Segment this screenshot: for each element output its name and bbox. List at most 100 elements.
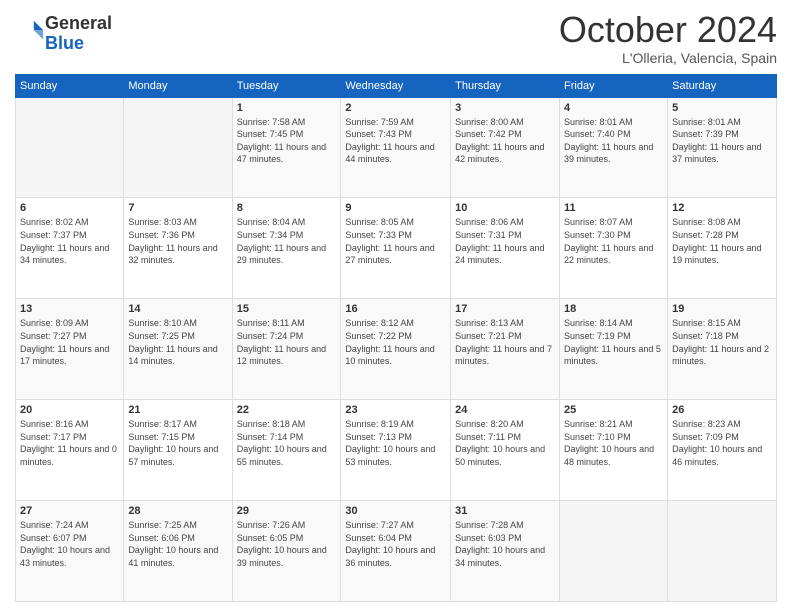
day-number: 2 xyxy=(345,102,446,114)
day-info: Sunrise: 8:06 AMSunset: 7:31 PMDaylight:… xyxy=(455,216,555,266)
table-row xyxy=(560,501,668,602)
col-wednesday: Wednesday xyxy=(341,74,451,97)
calendar: Sunday Monday Tuesday Wednesday Thursday… xyxy=(15,74,777,602)
day-info: Sunrise: 7:25 AMSunset: 6:06 PMDaylight:… xyxy=(128,519,227,569)
day-number: 8 xyxy=(237,202,337,214)
day-number: 1 xyxy=(237,102,337,114)
day-info: Sunrise: 8:01 AMSunset: 7:40 PMDaylight:… xyxy=(564,116,663,166)
day-info: Sunrise: 8:11 AMSunset: 7:24 PMDaylight:… xyxy=(237,317,337,367)
title-section: October 2024 L'Olleria, Valencia, Spain xyxy=(559,10,777,66)
month-title: October 2024 xyxy=(559,10,777,50)
day-info: Sunrise: 8:21 AMSunset: 7:10 PMDaylight:… xyxy=(564,418,663,468)
table-row: 2 Sunrise: 7:59 AMSunset: 7:43 PMDaylight… xyxy=(341,97,451,198)
day-number: 23 xyxy=(345,404,446,416)
table-row: 21 Sunrise: 8:17 AMSunset: 7:15 PMDayligh… xyxy=(124,400,232,501)
table-row: 5 Sunrise: 8:01 AMSunset: 7:39 PMDaylight… xyxy=(668,97,777,198)
table-row: 13 Sunrise: 8:09 AMSunset: 7:27 PMDayligh… xyxy=(16,299,124,400)
day-number: 7 xyxy=(128,202,227,214)
day-number: 27 xyxy=(20,505,119,517)
day-number: 13 xyxy=(20,303,119,315)
day-info: Sunrise: 8:16 AMSunset: 7:17 PMDaylight:… xyxy=(20,418,119,468)
col-friday: Friday xyxy=(560,74,668,97)
day-info: Sunrise: 7:26 AMSunset: 6:05 PMDaylight:… xyxy=(237,519,337,569)
day-number: 10 xyxy=(455,202,555,214)
table-row: 16Sunrise: 8:12 AMSunset: 7:22 PMDayligh… xyxy=(341,299,451,400)
day-info: Sunrise: 8:13 AMSunset: 7:21 PMDaylight:… xyxy=(455,317,555,367)
day-number: 21 xyxy=(128,404,227,416)
day-info: Sunrise: 8:02 AMSunset: 7:37 PMDaylight:… xyxy=(20,216,119,266)
calendar-week-row: 1 Sunrise: 7:58 AMSunset: 7:45 PMDaylight… xyxy=(16,97,777,198)
day-number: 31 xyxy=(455,505,555,517)
day-info: Sunrise: 8:01 AMSunset: 7:39 PMDaylight:… xyxy=(672,116,772,166)
day-number: 30 xyxy=(345,505,446,517)
day-number: 29 xyxy=(237,505,337,517)
day-number: 11 xyxy=(564,202,663,214)
table-row: 19 Sunrise: 8:15 AMSunset: 7:18 PMDayligh… xyxy=(668,299,777,400)
day-info: Sunrise: 8:15 AMSunset: 7:18 PMDaylight:… xyxy=(672,317,772,367)
day-info: Sunrise: 7:58 AMSunset: 7:45 PMDaylight:… xyxy=(237,116,337,166)
day-number: 9 xyxy=(345,202,446,214)
day-info: Sunrise: 8:12 AMSunset: 7:22 PMDaylight:… xyxy=(345,317,446,367)
day-number: 17 xyxy=(455,303,555,315)
location: L'Olleria, Valencia, Spain xyxy=(559,50,777,66)
table-row: 3Sunrise: 8:00 AMSunset: 7:42 PMDaylight… xyxy=(451,97,560,198)
day-info: Sunrise: 7:27 AMSunset: 6:04 PMDaylight:… xyxy=(345,519,446,569)
table-row xyxy=(16,97,124,198)
calendar-week-row: 13 Sunrise: 8:09 AMSunset: 7:27 PMDayligh… xyxy=(16,299,777,400)
table-row: 22Sunrise: 8:18 AMSunset: 7:14 PMDayligh… xyxy=(232,400,341,501)
day-info: Sunrise: 8:07 AMSunset: 7:30 PMDaylight:… xyxy=(564,216,663,266)
day-number: 5 xyxy=(672,102,772,114)
table-row: 24Sunrise: 8:20 AMSunset: 7:11 PMDayligh… xyxy=(451,400,560,501)
table-row: 27 Sunrise: 7:24 AMSunset: 6:07 PMDayligh… xyxy=(16,501,124,602)
logo-blue: Blue xyxy=(45,33,84,53)
table-row xyxy=(124,97,232,198)
day-number: 20 xyxy=(20,404,119,416)
day-info: Sunrise: 8:00 AMSunset: 7:42 PMDaylight:… xyxy=(455,116,555,166)
page: General Blue October 2024 L'Olleria, Val… xyxy=(0,0,792,612)
table-row: 8Sunrise: 8:04 AMSunset: 7:34 PMDaylight… xyxy=(232,198,341,299)
table-row: 9 Sunrise: 8:05 AMSunset: 7:33 PMDaylight… xyxy=(341,198,451,299)
table-row: 17 Sunrise: 8:13 AMSunset: 7:21 PMDayligh… xyxy=(451,299,560,400)
day-info: Sunrise: 7:28 AMSunset: 6:03 PMDaylight:… xyxy=(455,519,555,569)
table-row: 14Sunrise: 8:10 AMSunset: 7:25 PMDayligh… xyxy=(124,299,232,400)
day-info: Sunrise: 8:14 AMSunset: 7:19 PMDaylight:… xyxy=(564,317,663,367)
table-row: 18 Sunrise: 8:14 AMSunset: 7:19 PMDayligh… xyxy=(560,299,668,400)
day-info: Sunrise: 8:09 AMSunset: 7:27 PMDaylight:… xyxy=(20,317,119,367)
table-row: 12Sunrise: 8:08 AMSunset: 7:28 PMDayligh… xyxy=(668,198,777,299)
day-number: 25 xyxy=(564,404,663,416)
table-row: 11 Sunrise: 8:07 AMSunset: 7:30 PMDayligh… xyxy=(560,198,668,299)
day-info: Sunrise: 8:17 AMSunset: 7:15 PMDaylight:… xyxy=(128,418,227,468)
day-number: 4 xyxy=(564,102,663,114)
day-info: Sunrise: 7:24 AMSunset: 6:07 PMDaylight:… xyxy=(20,519,119,569)
table-row: 25 Sunrise: 8:21 AMSunset: 7:10 PMDayligh… xyxy=(560,400,668,501)
calendar-week-row: 27 Sunrise: 7:24 AMSunset: 6:07 PMDayligh… xyxy=(16,501,777,602)
day-number: 14 xyxy=(128,303,227,315)
logo-icon xyxy=(17,17,45,45)
table-row: 30 Sunrise: 7:27 AMSunset: 6:04 PMDayligh… xyxy=(341,501,451,602)
table-row: 6Sunrise: 8:02 AMSunset: 7:37 PMDaylight… xyxy=(16,198,124,299)
table-row: 10 Sunrise: 8:06 AMSunset: 7:31 PMDayligh… xyxy=(451,198,560,299)
day-info: Sunrise: 7:59 AMSunset: 7:43 PMDaylight:… xyxy=(345,116,446,166)
day-info: Sunrise: 8:03 AMSunset: 7:36 PMDaylight:… xyxy=(128,216,227,266)
table-row: 7 Sunrise: 8:03 AMSunset: 7:36 PMDaylight… xyxy=(124,198,232,299)
col-thursday: Thursday xyxy=(451,74,560,97)
table-row: 31 Sunrise: 7:28 AMSunset: 6:03 PMDayligh… xyxy=(451,501,560,602)
header: General Blue October 2024 L'Olleria, Val… xyxy=(15,10,777,66)
calendar-week-row: 6Sunrise: 8:02 AMSunset: 7:37 PMDaylight… xyxy=(16,198,777,299)
day-info: Sunrise: 8:05 AMSunset: 7:33 PMDaylight:… xyxy=(345,216,446,266)
day-number: 19 xyxy=(672,303,772,315)
day-info: Sunrise: 8:23 AMSunset: 7:09 PMDaylight:… xyxy=(672,418,772,468)
day-info: Sunrise: 8:18 AMSunset: 7:14 PMDaylight:… xyxy=(237,418,337,468)
day-info: Sunrise: 8:19 AMSunset: 7:13 PMDaylight:… xyxy=(345,418,446,468)
day-info: Sunrise: 8:20 AMSunset: 7:11 PMDaylight:… xyxy=(455,418,555,468)
col-saturday: Saturday xyxy=(668,74,777,97)
logo-general: General xyxy=(45,13,112,33)
table-row: 4 Sunrise: 8:01 AMSunset: 7:40 PMDaylight… xyxy=(560,97,668,198)
day-number: 12 xyxy=(672,202,772,214)
day-number: 18 xyxy=(564,303,663,315)
day-number: 15 xyxy=(237,303,337,315)
table-row xyxy=(668,501,777,602)
table-row: 23 Sunrise: 8:19 AMSunset: 7:13 PMDayligh… xyxy=(341,400,451,501)
table-row: 1 Sunrise: 7:58 AMSunset: 7:45 PMDaylight… xyxy=(232,97,341,198)
table-row: 28Sunrise: 7:25 AMSunset: 6:06 PMDayligh… xyxy=(124,501,232,602)
